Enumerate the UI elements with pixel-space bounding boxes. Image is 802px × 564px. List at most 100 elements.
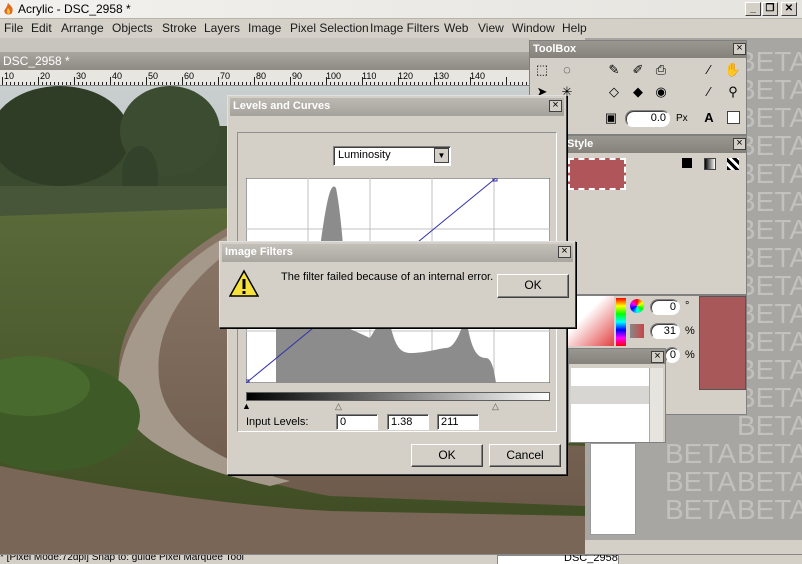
layers-close-icon[interactable]: ×	[651, 351, 664, 363]
white-point-slider[interactable]: △	[492, 401, 499, 412]
ruler-tick	[210, 82, 211, 85]
input-gamma-field[interactable]: 1.38	[387, 414, 429, 430]
toolbox-close-icon[interactable]: ×	[733, 43, 746, 55]
ruler-tick	[394, 82, 395, 85]
ruler-tick	[194, 82, 195, 85]
image-filters-error-dialog: Image Filters × The filter failed becaus…	[219, 241, 576, 328]
layers-list[interactable]	[571, 368, 649, 442]
ruler-tick	[462, 82, 463, 85]
ruler-tick	[294, 82, 295, 85]
menu-stroke[interactable]: Stroke	[162, 21, 197, 35]
ruler-tick	[250, 82, 251, 85]
text-tool-icon[interactable]: A	[700, 109, 718, 127]
eraser-tool-icon[interactable]: ◇	[605, 83, 623, 101]
ruler-tick	[238, 82, 239, 85]
ruler-tick	[262, 82, 263, 85]
menu-web[interactable]: Web	[444, 21, 468, 35]
brightness-input[interactable]: 0	[664, 347, 680, 363]
input-high-field[interactable]: 211	[437, 414, 479, 430]
fill-tool-icon[interactable]: ◆	[629, 83, 647, 101]
ruler-tick	[26, 82, 27, 85]
ruler-tick	[398, 77, 399, 85]
ruler-tick	[298, 82, 299, 85]
option-checkbox[interactable]	[727, 111, 740, 124]
black-point-slider[interactable]: ▲	[242, 401, 251, 411]
fill-swatch[interactable]	[568, 158, 626, 190]
size-unit: Px	[676, 113, 688, 124]
size-input[interactable]: 0.0	[625, 110, 670, 127]
gradient-fill-icon[interactable]	[704, 158, 716, 170]
menu-pixel-selection[interactable]: Pixel Selection	[290, 21, 369, 35]
lasso-tool-icon[interactable]: ◌	[558, 61, 576, 79]
menu-window[interactable]: Window	[512, 21, 555, 35]
ruler-tick	[478, 82, 479, 85]
pixel-size-icon: ▣	[604, 110, 618, 125]
horizontal-ruler: 10 20 30 40 50 60 70 80 90 100 110 120 1…	[0, 70, 530, 86]
current-color-swatch[interactable]	[699, 296, 746, 390]
menu-layers[interactable]: Layers	[204, 21, 240, 35]
menu-objects[interactable]: Objects	[112, 21, 153, 35]
ruler-tick	[494, 82, 495, 85]
menu-arrange[interactable]: Arrange	[61, 21, 104, 35]
brush-tool-icon[interactable]: ✐	[629, 61, 647, 79]
ruler-tick	[386, 82, 387, 85]
ruler-tick	[178, 82, 179, 85]
chevron-down-icon[interactable]: ▼	[434, 148, 449, 163]
hue-input[interactable]: 0	[650, 299, 680, 315]
menu-view[interactable]: View	[478, 21, 504, 35]
ruler-tick	[66, 82, 67, 85]
toolbox-title: ToolBox	[530, 41, 746, 58]
eyedropper-tool-icon[interactable]: ⁄	[700, 61, 718, 79]
ruler-tick	[146, 77, 147, 85]
red-eye-tool-icon[interactable]: ◉	[652, 83, 670, 101]
restore-icon[interactable]: ❐	[762, 2, 778, 16]
zoom-tool-icon[interactable]: ⚲	[724, 83, 742, 101]
ruler-tick	[218, 77, 219, 85]
saturation-input[interactable]: 31	[650, 323, 680, 339]
ruler-tick	[338, 82, 339, 85]
ruler-tick	[2, 77, 3, 85]
channel-dropdown[interactable]: Luminosity ▼	[333, 146, 451, 166]
menu-file[interactable]: File	[4, 21, 23, 35]
document-titlebar[interactable]: DSC_2958 *	[0, 52, 530, 70]
marquee-tool-icon[interactable]: ⬚	[533, 61, 551, 79]
ruler-tick	[246, 82, 247, 85]
ruler-tick	[166, 82, 167, 85]
ruler-tick	[126, 82, 127, 85]
minimize-icon[interactable]: _	[745, 2, 761, 16]
hand-tool-icon[interactable]: ✋	[724, 61, 742, 79]
ruler-tick	[214, 82, 215, 85]
levels-close-icon[interactable]: ×	[549, 100, 562, 112]
ruler-tick	[58, 82, 59, 85]
error-ok-button[interactable]: OK	[497, 274, 569, 298]
levels-ok-button[interactable]: OK	[411, 444, 483, 467]
hue-strip[interactable]	[616, 298, 626, 346]
ruler-tick	[286, 82, 287, 85]
saturation-icon	[630, 324, 644, 338]
style-close-icon[interactable]: ×	[733, 138, 746, 150]
menu-image-filters[interactable]: Image Filters	[370, 21, 439, 35]
levels-cancel-button[interactable]: Cancel	[489, 444, 561, 467]
error-close-icon[interactable]: ×	[558, 246, 571, 258]
ruler-tick	[370, 82, 371, 85]
ruler-tick	[150, 82, 151, 85]
input-low-field[interactable]: 0	[336, 414, 378, 430]
list-item[interactable]	[571, 386, 649, 404]
gamma-slider[interactable]: △	[335, 401, 342, 412]
layers-scrollbar[interactable]	[649, 368, 663, 442]
color-picker-tool-icon[interactable]: ⁄	[700, 83, 718, 101]
menu-image[interactable]: Image	[248, 21, 281, 35]
ruler-tick	[498, 82, 499, 85]
stamp-tool-icon[interactable]: ⎙	[652, 61, 670, 79]
ruler-tick	[282, 82, 283, 85]
ruler-tick	[122, 82, 123, 85]
pattern-fill-icon[interactable]	[727, 158, 739, 170]
style-title: Style	[564, 136, 746, 153]
solid-fill-icon[interactable]	[682, 158, 692, 168]
close-icon[interactable]: ✕	[781, 2, 797, 16]
menu-edit[interactable]: Edit	[31, 21, 52, 35]
ruler-tick	[318, 82, 319, 85]
pen-tool-icon[interactable]: ✎	[605, 61, 623, 79]
ruler-tick	[90, 82, 91, 85]
menu-help[interactable]: Help	[562, 21, 587, 35]
